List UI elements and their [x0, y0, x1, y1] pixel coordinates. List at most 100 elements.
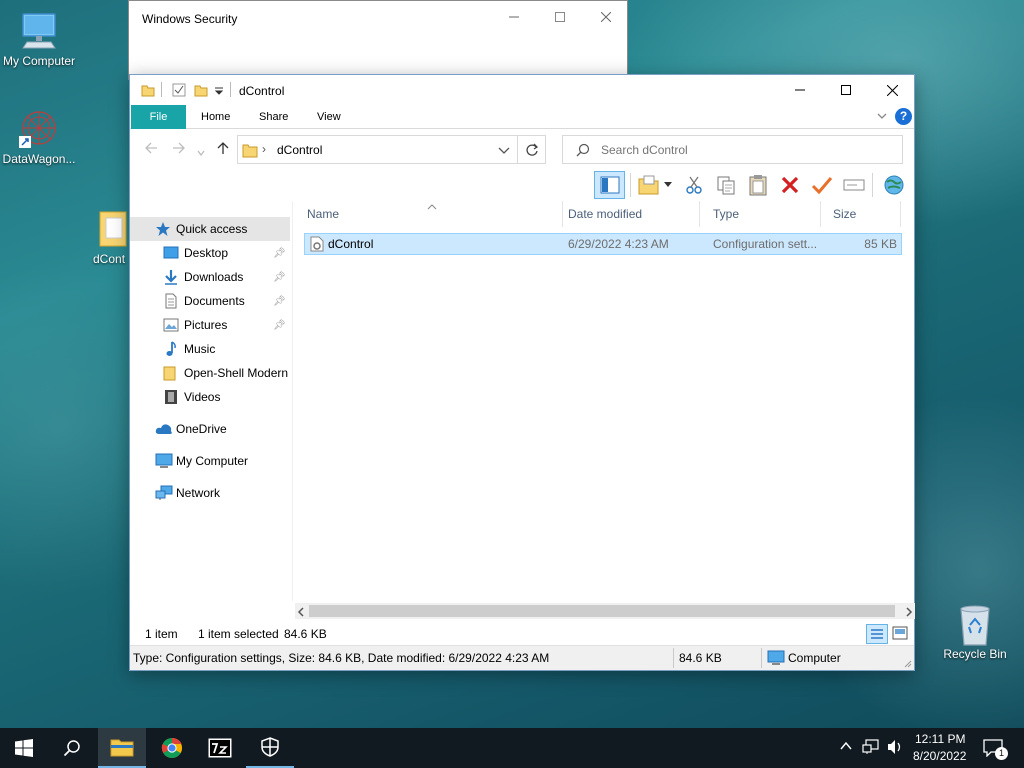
desktop-icon-recycle-bin[interactable]: Recycle Bin [933, 603, 1017, 661]
preview-pane-button[interactable] [594, 171, 625, 199]
recent-locations-icon[interactable] [197, 144, 205, 162]
minimize-button[interactable] [491, 1, 537, 33]
nav-item-pictures[interactable]: Pictures 📌︎ [130, 313, 290, 337]
tab-file[interactable]: File [131, 105, 186, 129]
title-bar[interactable]: dControl [130, 75, 914, 105]
cut-icon[interactable] [681, 173, 707, 197]
delete-icon[interactable] [777, 173, 803, 197]
desktop-icon-label: dCont [93, 252, 126, 266]
scrollbar-thumb[interactable] [309, 605, 895, 617]
file-list: Name Date modified Type Size dControl 6/… [295, 201, 915, 601]
tab-share[interactable]: Share [246, 105, 301, 129]
desktop-icon-label: My Computer [2, 54, 76, 68]
forward-arrow-icon[interactable] [172, 141, 186, 160]
windows-security-window[interactable]: Windows Security [128, 0, 628, 80]
horizontal-scrollbar[interactable] [295, 603, 915, 619]
file-row[interactable]: dControl 6/29/2022 4:23 AM Configuration… [304, 233, 902, 255]
new-folder-icon[interactable] [636, 173, 662, 197]
copy-icon[interactable] [713, 173, 739, 197]
column-header-size[interactable]: Size [821, 201, 901, 227]
ribbon-tabs: File Home Share View ? [130, 105, 914, 129]
nav-item-open-shell-modern[interactable]: Open-Shell Modern [130, 361, 290, 385]
recycle-bin-icon [955, 603, 995, 646]
folder-icon [96, 208, 130, 248]
nav-item-videos[interactable]: Videos [130, 385, 290, 409]
star-icon [155, 221, 171, 237]
desktop-icon-label: Recycle Bin [943, 647, 1007, 661]
volume-icon[interactable] [886, 739, 904, 758]
document-icon [163, 293, 179, 309]
7zip-taskbar-button[interactable] [196, 728, 244, 768]
desktop-icon-my-computer[interactable]: My Computer [0, 10, 81, 68]
clock-time[interactable]: 12:11 PM [915, 732, 965, 746]
nav-item-onedrive[interactable]: OneDrive [130, 417, 290, 441]
nav-item-label: Quick access [176, 222, 248, 236]
selected-count: 1 item selected [198, 627, 279, 641]
search-input[interactable] [601, 141, 891, 159]
details-view-button[interactable] [866, 624, 888, 644]
checkmark-icon[interactable] [809, 173, 835, 197]
nav-item-documents[interactable]: Documents 📌︎ [130, 289, 290, 313]
pane-splitter[interactable] [292, 201, 293, 601]
divider [230, 82, 231, 97]
toolbar [130, 169, 914, 201]
close-button[interactable] [869, 75, 915, 105]
details-text: Type: Configuration settings, Size: 84.6… [133, 651, 550, 665]
address-dropdown-icon[interactable] [498, 145, 510, 159]
new-folder-dropdown-icon[interactable] [661, 173, 675, 197]
start-button[interactable] [0, 728, 48, 768]
tab-home[interactable]: Home [188, 105, 243, 129]
desktop-icon-dcontrol[interactable]: dCont [90, 208, 130, 266]
large-icons-view-button[interactable] [891, 624, 911, 644]
network-icon[interactable] [862, 739, 880, 758]
properties-icon[interactable] [172, 83, 186, 100]
details-location: Computer [788, 651, 841, 665]
nav-item-label: My Computer [176, 454, 249, 468]
quick-access-dropdown-icon[interactable] [214, 85, 224, 99]
globe-icon[interactable] [881, 173, 907, 197]
file-explorer-window[interactable]: dControl File Home Share View ? › dContr… [129, 74, 915, 671]
column-header-type[interactable]: Type [701, 201, 821, 227]
pin-icon: 📌︎ [273, 295, 286, 307]
search-box[interactable] [562, 135, 903, 164]
help-icon[interactable]: ? [895, 108, 912, 125]
close-button[interactable] [583, 1, 629, 33]
maximize-button[interactable] [823, 75, 869, 105]
ribbon-expand-icon[interactable] [876, 110, 888, 125]
minimize-button[interactable] [777, 75, 823, 105]
tab-view[interactable]: View [304, 105, 354, 129]
nav-item-label: Pictures [184, 318, 228, 332]
refresh-button[interactable] [518, 135, 546, 164]
up-arrow-icon[interactable] [216, 141, 230, 160]
music-note-icon [163, 341, 179, 357]
nav-item-downloads[interactable]: Downloads 📌︎ [130, 265, 290, 289]
resize-grip-icon[interactable] [902, 657, 912, 671]
paste-icon[interactable] [745, 173, 771, 197]
show-hidden-icons-icon[interactable] [840, 740, 852, 754]
nav-item-label: Desktop [184, 246, 229, 260]
file-explorer-taskbar-button[interactable] [98, 728, 146, 768]
address-bar[interactable]: › dControl [237, 135, 518, 164]
column-header-date-modified[interactable]: Date modified [556, 201, 700, 227]
window-title: dControl [239, 84, 285, 98]
nav-item-network[interactable]: Network [130, 481, 290, 505]
chrome-taskbar-button[interactable] [148, 728, 196, 768]
scroll-right-icon[interactable] [905, 606, 913, 620]
back-arrow-icon[interactable] [144, 141, 158, 160]
search-button[interactable] [48, 728, 96, 768]
nav-item-music[interactable]: Music [130, 337, 290, 361]
scroll-left-icon[interactable] [297, 606, 305, 620]
breadcrumb[interactable]: dControl [277, 143, 322, 157]
new-folder-icon[interactable] [194, 83, 208, 100]
desktop-icon-datawagon[interactable]: DataWagon... [0, 108, 81, 166]
item-count: 1 item [145, 627, 178, 641]
windows-security-taskbar-button[interactable] [246, 728, 294, 768]
nav-item-quick-access[interactable]: Quick access [130, 217, 290, 241]
nav-item-desktop[interactable]: Desktop 📌︎ [130, 241, 290, 265]
clock-date[interactable]: 8/20/2022 [913, 749, 966, 763]
maximize-button[interactable] [537, 1, 583, 33]
column-header-name[interactable]: Name [295, 201, 563, 227]
nav-item-my-computer[interactable]: My Computer [130, 449, 290, 473]
rename-icon[interactable] [841, 173, 867, 197]
computer-icon [767, 650, 785, 669]
